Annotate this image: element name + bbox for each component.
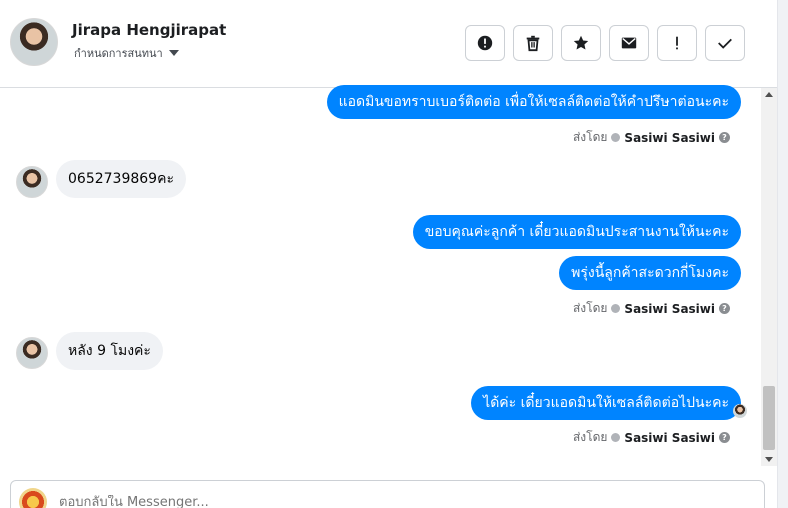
message-outgoing[interactable]: แอดมินขอทราบเบอร์ติดต่อ เพื่อให้เซลล์ติด… (326, 85, 741, 119)
delete-button[interactable] (513, 25, 553, 61)
sender-name[interactable]: Sasiwi Sasiwi (624, 131, 715, 145)
reply-input[interactable] (59, 495, 659, 508)
contact-avatar-small[interactable] (16, 166, 48, 198)
sender-name[interactable]: Sasiwi Sasiwi (624, 431, 715, 445)
report-icon (477, 35, 493, 51)
page-icon (611, 304, 621, 313)
sent-by-prefix: ส่งโดย (572, 301, 608, 315)
scroll-up-arrow-icon[interactable] (765, 92, 773, 97)
sent-by-label: ส่งโดย Sasiwi Sasiwi ? (573, 428, 730, 447)
important-icon (676, 36, 678, 50)
message-outgoing[interactable]: พรุ่งนี้ลูกค้าสะดวกกี่โมงคะ (559, 256, 741, 290)
mark-done-button[interactable] (705, 25, 745, 61)
star-button[interactable] (561, 25, 601, 61)
conversation-toolbar (465, 25, 745, 61)
contact-avatar[interactable] (10, 18, 58, 66)
sent-by-prefix: ส่งโดย (572, 430, 608, 444)
message-scrollbar[interactable] (761, 88, 777, 466)
scroll-down-arrow-icon[interactable] (765, 457, 773, 462)
help-icon[interactable]: ? (719, 303, 730, 314)
conversation-header: Jirapa Hengjirapat กำหนดการสนทนา (0, 0, 777, 88)
chevron-down-icon (168, 50, 179, 56)
page-icon (611, 133, 621, 142)
reply-composer[interactable] (10, 480, 765, 508)
contact-name[interactable]: Jirapa Hengjirapat (72, 21, 226, 39)
message-incoming[interactable]: หลัง 9 โมงค่ะ (56, 332, 163, 370)
page-icon (611, 433, 621, 442)
help-icon[interactable]: ? (719, 432, 730, 443)
scrollbar-thumb[interactable] (763, 386, 775, 450)
trash-icon (526, 35, 540, 52)
message-outgoing[interactable]: ได้ค่ะ เดี๋ยวแอดมินให้เซลล์ติดต่อไปนะคะ (471, 386, 741, 420)
sender-name[interactable]: Sasiwi Sasiwi (624, 302, 715, 316)
sent-by-prefix: ส่งโดย (572, 130, 608, 144)
contact-avatar-small[interactable] (16, 337, 48, 369)
seen-indicator-avatar (733, 404, 747, 418)
help-icon[interactable]: ? (719, 132, 730, 143)
page-scrollbar[interactable] (777, 0, 788, 508)
message-outgoing[interactable]: ขอบคุณค่ะลูกค้า เดี๋ยวแอดมินประสานงานให้… (412, 215, 741, 249)
mail-icon (621, 37, 637, 49)
conversation-settings-label: กำหนดการสนทนา (74, 47, 163, 60)
conversation-settings-dropdown[interactable]: กำหนดการสนทนา (74, 44, 179, 62)
mark-important-button[interactable] (657, 25, 697, 61)
mark-unread-button[interactable] (609, 25, 649, 61)
check-icon (718, 38, 732, 49)
sent-by-label: ส่งโดย Sasiwi Sasiwi ? (573, 299, 730, 318)
report-button[interactable] (465, 25, 505, 61)
page-avatar (19, 488, 47, 508)
message-incoming[interactable]: 0652739869คะ (56, 160, 186, 198)
star-icon (573, 35, 589, 50)
sent-by-label: ส่งโดย Sasiwi Sasiwi ? (573, 128, 730, 147)
